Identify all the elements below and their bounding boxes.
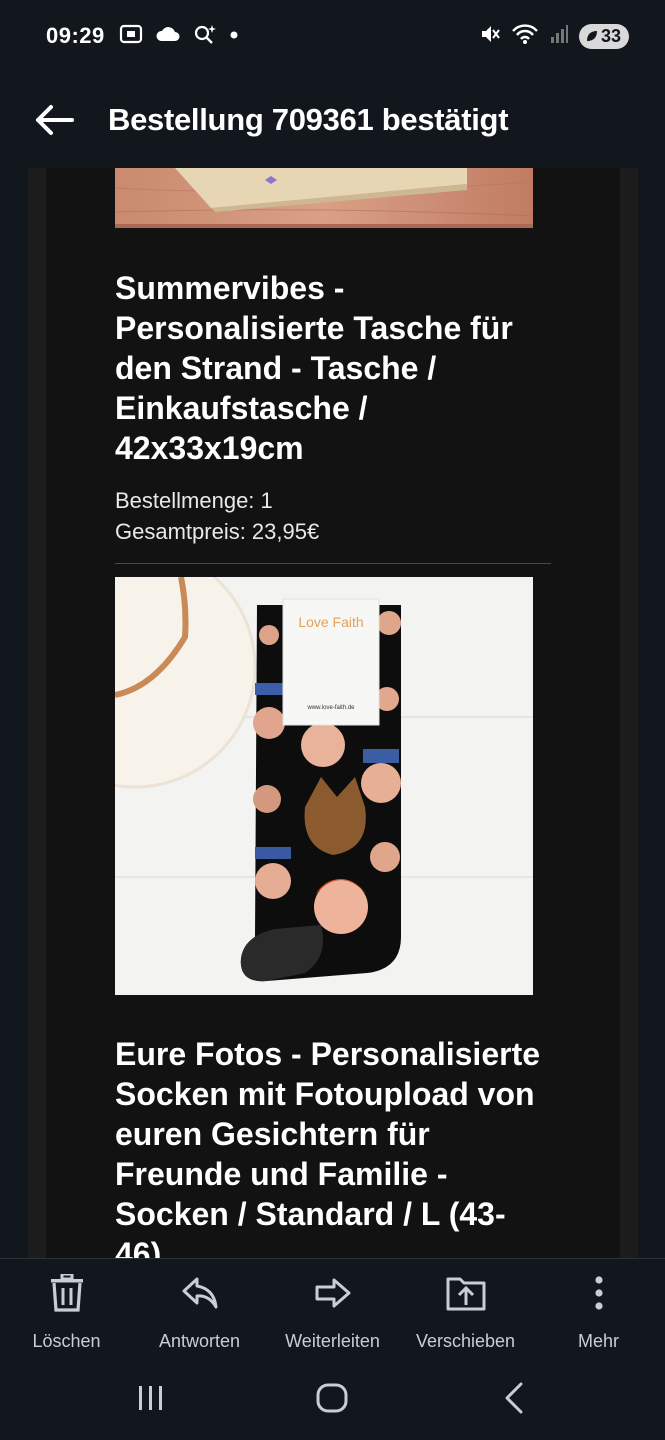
move-icon [446, 1273, 486, 1313]
status-bar: 09:29 33 [0, 0, 665, 72]
email-content-frame[interactable]: Summervibes - Personalisierte Tasche für… [28, 168, 638, 1258]
delete-label: Löschen [32, 1331, 101, 1351]
brand-logo-text: Love Faith [298, 614, 364, 630]
forward-label: Weiterleiten [285, 1331, 380, 1351]
more-icon [579, 1273, 619, 1313]
forward-button[interactable]: Weiterleiten [266, 1259, 399, 1356]
more-button[interactable]: Mehr [532, 1259, 665, 1356]
battery-indicator: 33 [578, 23, 629, 49]
back-button[interactable] [26, 92, 82, 148]
recent-apps-button[interactable] [111, 1368, 191, 1428]
battery-level: 33 [600, 25, 621, 46]
home-button[interactable] [292, 1368, 372, 1428]
system-nav-bar [0, 1356, 665, 1440]
recent-apps-icon [138, 1386, 162, 1410]
arrow-left-icon [36, 105, 74, 135]
chevron-left-icon [505, 1382, 523, 1414]
dot-icon [229, 27, 239, 45]
move-button[interactable]: Verschieben [399, 1259, 532, 1356]
sparkle-search-icon [193, 23, 217, 50]
cloud-icon [155, 25, 181, 48]
back-nav-button[interactable] [474, 1368, 554, 1428]
product-image-socks[interactable]: Love Faith www.love-faith.de [115, 577, 533, 995]
delete-button[interactable]: Löschen [0, 1259, 133, 1356]
reply-label: Antworten [158, 1331, 241, 1351]
signal-icon [549, 24, 569, 49]
product-price: Gesamtpreis: 23,95€ [115, 519, 320, 544]
reply-button[interactable]: Antworten [133, 1259, 266, 1356]
status-time: 09:29 [46, 23, 105, 48]
email-action-bar: Löschen Antworten Weiterleiten Verschieb… [0, 1258, 665, 1356]
product-image-bag[interactable] [115, 168, 533, 228]
mute-icon [479, 23, 501, 50]
product-title[interactable]: Eure Fotos - Personalisierte Socken mit … [115, 1034, 545, 1258]
more-label: Mehr [577, 1331, 619, 1351]
screenshot-icon [119, 23, 143, 50]
product-quantity: Bestellmenge: 1 [115, 488, 273, 513]
brand-url: www.love-faith.de [307, 705, 355, 711]
home-icon [316, 1383, 348, 1413]
battery-leaf-icon [586, 31, 597, 41]
trash-icon [47, 1273, 87, 1313]
forward-icon [313, 1273, 353, 1313]
status-left-icons [119, 23, 239, 50]
page-title: Bestellung 709361 bestätigt [108, 102, 509, 137]
reply-icon [180, 1273, 220, 1313]
wifi-icon [511, 23, 539, 50]
divider [115, 563, 551, 564]
brand-logo: Love Faith [283, 613, 379, 631]
product-title[interactable]: Summervibes - Personalisierte Tasche für… [115, 268, 545, 468]
app-bar: Bestellung 709361 bestätigt [0, 72, 665, 168]
status-right: 33 [479, 23, 629, 50]
move-label: Verschieben [415, 1331, 516, 1351]
email-body: Summervibes - Personalisierte Tasche für… [46, 168, 620, 1258]
